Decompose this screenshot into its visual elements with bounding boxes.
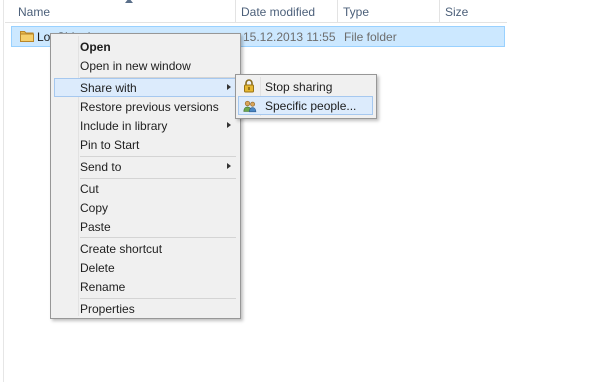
column-header-bar: Name Date modified Type Size [5,0,507,23]
menu-item-create-shortcut[interactable]: Create shortcut [54,239,237,258]
menu-item-pin-to-start[interactable]: Pin to Start [54,135,237,154]
menu-item-properties[interactable]: Properties [54,299,237,318]
share-with-submenu: Stop sharing Specific people... [235,74,377,119]
file-date-modified: 15.12.2013 11:55 [243,30,336,44]
column-divider[interactable] [235,0,236,22]
menu-item-label: Include in library [80,119,168,133]
menu-item-open[interactable]: Open [54,37,237,56]
submenu-arrow-icon [227,163,231,169]
menu-item-label: Restore previous versions [80,100,219,114]
column-header-name[interactable]: Name [18,5,50,19]
menu-item-label: Cut [80,182,99,196]
column-header-size[interactable]: Size [445,5,468,19]
menu-item-label: Pin to Start [80,138,140,152]
menu-item-share-with[interactable]: Share with [54,78,237,97]
menu-item-include-in-library[interactable]: Include in library [54,116,237,135]
menu-item-label: Open in new window [80,59,191,73]
menu-item-label: Properties [80,302,135,316]
folder-icon [20,31,34,42]
column-divider[interactable] [337,0,338,22]
menu-item-rename[interactable]: Rename [54,277,237,296]
sort-ascending-icon [125,0,133,3]
menu-item-cut[interactable]: Cut [54,179,237,198]
menu-item-label: Share with [80,81,137,95]
menu-separator [80,237,236,238]
column-header-date-modified[interactable]: Date modified [241,5,315,19]
context-menu: Open Open in new window Share with Resto… [50,33,241,319]
menu-item-label: Specific people... [265,99,357,113]
menu-item-label: Delete [80,261,115,275]
column-header-type[interactable]: Type [343,5,369,19]
window-left-edge [0,0,4,382]
submenu-arrow-icon [227,122,231,128]
menu-item-label: Send to [80,160,122,174]
people-icon [243,100,257,113]
menu-item-copy[interactable]: Copy [54,198,237,217]
menu-item-label: Rename [80,280,126,294]
menu-item-label: Paste [80,220,111,234]
file-type: File folder [344,30,397,44]
menu-item-restore-previous-versions[interactable]: Restore previous versions [54,97,237,116]
menu-item-label: Create shortcut [80,242,163,256]
menu-item-label: Stop sharing [265,80,333,94]
menu-item-paste[interactable]: Paste [54,217,237,236]
lock-icon [244,79,254,93]
menu-item-send-to[interactable]: Send to [54,157,237,176]
menu-item-specific-people[interactable]: Specific people... [238,96,373,115]
submenu-arrow-icon [227,84,231,90]
menu-item-label: Copy [80,201,109,215]
menu-item-delete[interactable]: Delete [54,258,237,277]
menu-item-label: Open [80,40,111,54]
column-divider[interactable] [439,0,440,22]
menu-item-open-new-window[interactable]: Open in new window [54,56,237,75]
menu-item-stop-sharing[interactable]: Stop sharing [238,77,373,96]
